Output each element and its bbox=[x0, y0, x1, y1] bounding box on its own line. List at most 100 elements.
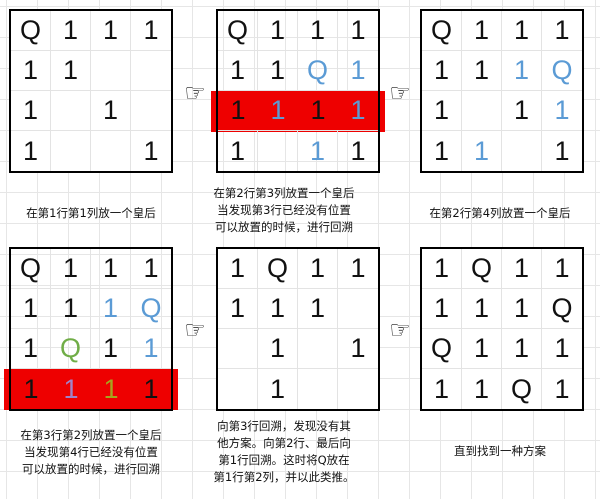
attacked-cell: 1 bbox=[258, 91, 298, 131]
attacked-cell: 1 bbox=[422, 249, 462, 289]
attacked-cell: 1 bbox=[91, 249, 131, 289]
attacked-cell: 1 bbox=[462, 11, 502, 51]
attacked-cell: 1 bbox=[422, 91, 462, 131]
caption-step-3: 在第2行第4列放置一个皇后 bbox=[429, 206, 571, 220]
attacked-cell: 1 bbox=[51, 11, 91, 51]
attacked-cell: 1 bbox=[502, 329, 542, 369]
attacked-cell: 1 bbox=[258, 329, 298, 369]
attacked-cell: 1 bbox=[258, 51, 298, 91]
attacked-cell: 1 bbox=[422, 369, 462, 409]
attacked-cell: 1 bbox=[554, 135, 570, 166]
attacked-cell: 1 bbox=[298, 289, 338, 329]
queen-cell: Q bbox=[131, 289, 171, 329]
attacked-cell: 1 bbox=[131, 249, 171, 289]
board-step-5: 1Q11111111 bbox=[216, 247, 380, 411]
attacked-cell: 1 bbox=[298, 11, 338, 51]
attacked-cell: 1 bbox=[258, 11, 298, 51]
queen-cell: Q bbox=[542, 289, 582, 329]
empty-cell bbox=[298, 369, 338, 409]
attacked-cell: 1 bbox=[11, 329, 51, 369]
caption-step-6: 直到找到一种方案 bbox=[454, 444, 546, 458]
attacked-cell: 1 bbox=[462, 131, 502, 171]
attacked-cell: 1 bbox=[11, 369, 51, 409]
empty-cell bbox=[258, 131, 298, 171]
pointing-hand-icon: ☞ bbox=[389, 316, 411, 344]
queen-cell: Q bbox=[542, 51, 582, 91]
attacked-cell: 1 bbox=[502, 249, 542, 289]
attacked-cell: 1 bbox=[462, 51, 502, 91]
board-step-3: Q111111Q111111 bbox=[420, 9, 584, 173]
attacked-cell: 1 bbox=[502, 11, 542, 51]
attacked-cell: 1 bbox=[91, 329, 131, 369]
attacked-cell: 1 bbox=[91, 289, 131, 329]
attacked-cell: 1 bbox=[462, 329, 502, 369]
attacked-cell: 1 bbox=[91, 91, 131, 131]
attacked-cell: 1 bbox=[338, 11, 378, 51]
attacked-cell: 1 bbox=[462, 289, 502, 329]
attacked-cell: 1 bbox=[51, 249, 91, 289]
attacked-cell: 1 bbox=[554, 373, 570, 404]
caption-step-2: 在第2行第3列放置一个皇后 当发现第3行已经没有位置 可以放置的时候，进行回溯 bbox=[213, 186, 355, 234]
attacked-cell: 1 bbox=[542, 329, 582, 369]
empty-cell bbox=[51, 91, 91, 131]
attacked-cell: 1 bbox=[542, 91, 582, 131]
attacked-cell: 1 bbox=[143, 135, 159, 166]
attacked-cell: 1 bbox=[502, 289, 542, 329]
empty-cell bbox=[218, 369, 258, 409]
attacked-cell: 1 bbox=[11, 131, 51, 171]
board-step-6: 1Q11111QQ11111Q1 bbox=[420, 247, 584, 411]
attacked-cell: 1 bbox=[218, 51, 258, 91]
attacked-cell: 1 bbox=[51, 369, 91, 409]
attacked-cell: 1 bbox=[218, 91, 258, 131]
empty-cell bbox=[131, 51, 171, 91]
attacked-cell: 1 bbox=[422, 51, 462, 91]
empty-cell bbox=[298, 329, 338, 369]
queen-cell: Q bbox=[51, 329, 91, 369]
queen-cell: Q bbox=[422, 11, 462, 51]
attacked-cell: 1 bbox=[542, 249, 582, 289]
empty-cell bbox=[502, 131, 542, 171]
board-step-2: Q11111Q11111111 bbox=[216, 9, 380, 173]
pointing-hand-icon: ☞ bbox=[184, 316, 206, 344]
attacked-cell: 1 bbox=[298, 91, 338, 131]
queen-cell: Q bbox=[11, 11, 51, 51]
attacked-cell: 1 bbox=[11, 91, 51, 131]
board-step-1: Q111111111 bbox=[9, 9, 173, 173]
attacked-cell: 1 bbox=[462, 369, 502, 409]
queen-cell: Q bbox=[11, 249, 51, 289]
attacked-cell: 1 bbox=[218, 131, 258, 171]
attacked-cell: 1 bbox=[258, 289, 298, 329]
attacked-cell: 1 bbox=[502, 51, 542, 91]
attacked-cell: 1 bbox=[338, 51, 378, 91]
attacked-cell: 1 bbox=[11, 289, 51, 329]
queen-cell: Q bbox=[422, 329, 462, 369]
board-step-4: Q111111Q1Q111111 bbox=[9, 247, 173, 411]
queen-cell: Q bbox=[502, 369, 542, 409]
attacked-cell: 1 bbox=[218, 249, 258, 289]
attacked-cell: 1 bbox=[502, 91, 542, 131]
empty-cell bbox=[91, 131, 131, 171]
attacked-cell: 1 bbox=[298, 131, 338, 171]
attacked-cell: 1 bbox=[218, 289, 258, 329]
pointing-hand-icon: ☞ bbox=[184, 79, 206, 107]
attacked-cell: 1 bbox=[51, 51, 91, 91]
caption-step-5: 向第3行回溯，发现没有其 他方案。向第2行、最后向 第1行回溯。这时将Q放在 第… bbox=[213, 419, 355, 484]
empty-cell bbox=[131, 91, 171, 131]
empty-cell bbox=[462, 91, 502, 131]
empty-cell bbox=[51, 131, 91, 171]
attacked-cell: 1 bbox=[51, 289, 91, 329]
attacked-cell: 1 bbox=[131, 369, 171, 409]
attacked-cell: 1 bbox=[422, 289, 462, 329]
attacked-cell: 1 bbox=[91, 369, 131, 409]
attacked-cell: 1 bbox=[338, 249, 378, 289]
attacked-cell: 1 bbox=[131, 329, 171, 369]
attacked-cell: 1 bbox=[338, 329, 378, 369]
empty-cell bbox=[338, 289, 378, 329]
attacked-cell: 1 bbox=[298, 249, 338, 289]
attacked-cell: 1 bbox=[258, 369, 298, 409]
queen-cell: Q bbox=[258, 249, 298, 289]
caption-step-1: 在第1行第1列放一个皇后 bbox=[26, 206, 156, 220]
attacked-cell: 1 bbox=[338, 91, 378, 131]
empty-cell bbox=[338, 369, 378, 409]
queen-cell: Q bbox=[462, 249, 502, 289]
